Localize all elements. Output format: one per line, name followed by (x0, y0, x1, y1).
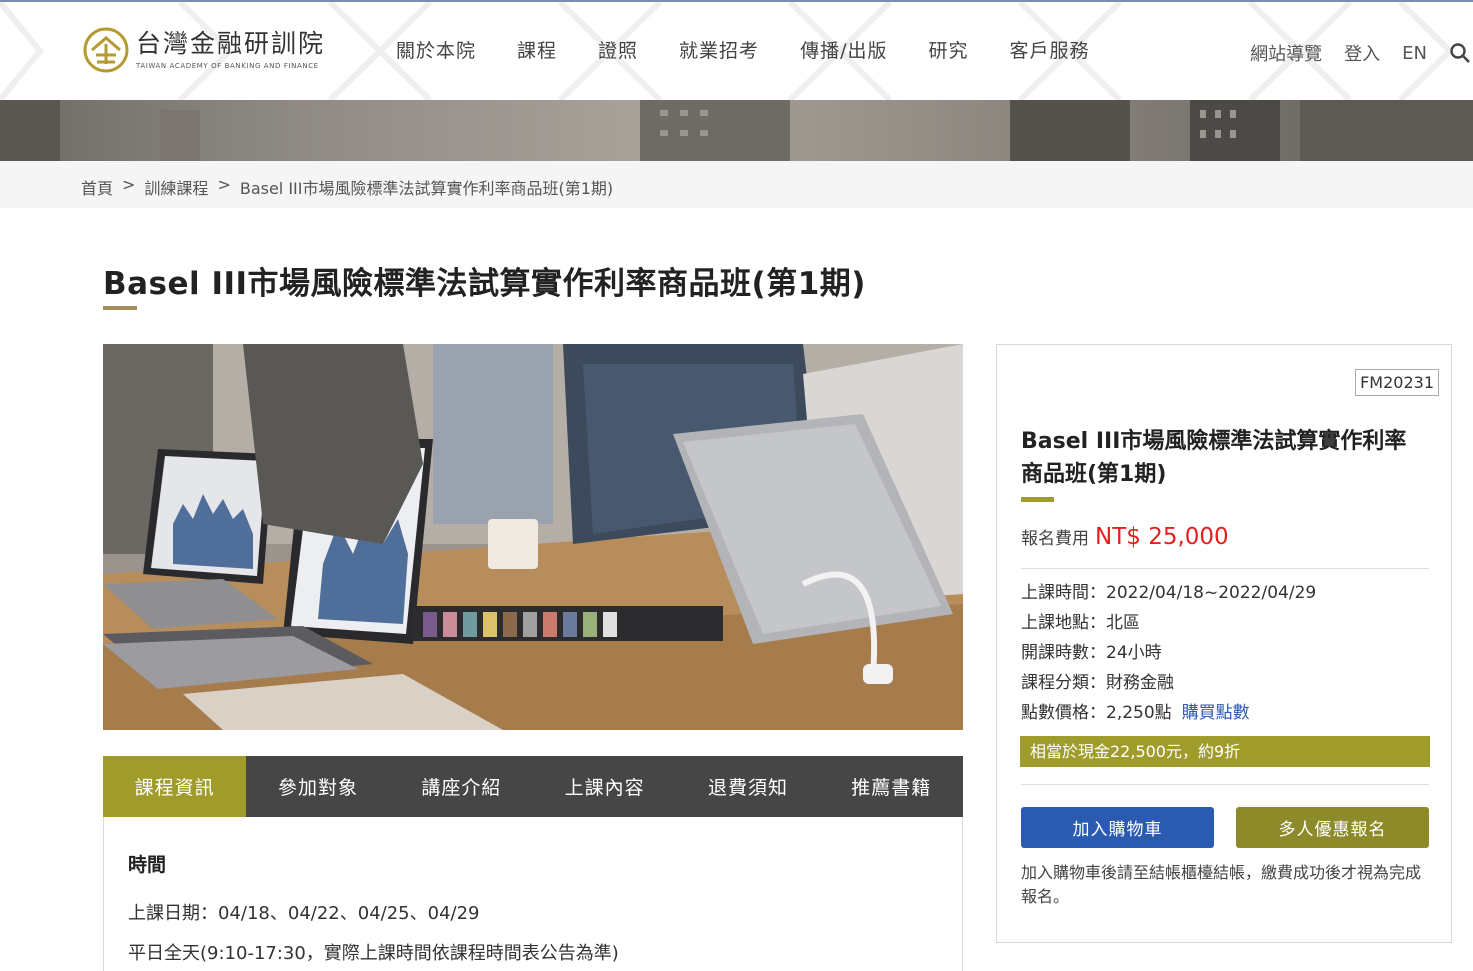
checkout-note: 加入購物車後請至結帳櫃檯結帳，繳費成功後才視為完成報名。 (1021, 863, 1422, 906)
course-hero-image (103, 344, 963, 730)
tab-refund-policy[interactable]: 退費須知 (676, 756, 819, 817)
add-to-cart-button[interactable]: 加入購物車 (1021, 807, 1214, 848)
nav-item-research[interactable]: 研究 (928, 36, 968, 63)
breadcrumb-current: Basel III市場風險標準法試算實作利率商品班(第1期) (239, 179, 614, 198)
tab-recommended-books[interactable]: 推薦書籍 (820, 756, 963, 817)
banner-cityscape-image (0, 100, 1473, 161)
sitemap-link[interactable]: 網站導覽 (1250, 40, 1322, 66)
buy-points-link[interactable]: 購買點數 (1182, 701, 1250, 731)
main-nav: 關於本院 課程 證照 就業招考 傳播/出版 研究 客戶服務 (396, 36, 1131, 63)
page-title: Basel III市場風險標準法試算實作利率商品班(第1期) (103, 266, 866, 302)
card-title-underline (1021, 497, 1054, 502)
site-header: 台灣金融研訓院 TAIWAN ACADEMY OF BANKING AND FI… (0, 0, 1473, 100)
card-divider (1021, 784, 1429, 785)
breadcrumb-separator: > (217, 175, 231, 194)
title-underline (103, 306, 137, 310)
nav-item-about[interactable]: 關於本院 (396, 36, 476, 63)
logo-name-zh: 台灣金融研訓院 (136, 29, 326, 58)
search-icon[interactable] (1449, 42, 1471, 64)
tab-lecturers[interactable]: 講座介紹 (390, 756, 533, 817)
nav-item-certification[interactable]: 證照 (598, 36, 638, 63)
course-tabs: 課程資訊 參加對象 講座介紹 上課內容 退費須知 推薦書籍 (103, 756, 963, 817)
breadcrumb: 首頁 > 訓練課程 > Basel III市場風險標準法試算實作利率商品班(第1… (81, 175, 613, 199)
logo-emblem-icon (83, 27, 129, 73)
nav-item-recruitment[interactable]: 就業招考 (679, 36, 759, 63)
info-class-period: 上課時間：2022/04/18~2022/04/29 (1021, 583, 1317, 603)
info-category: 課程分類：財務金融 (1021, 673, 1174, 693)
course-info-list: 上課時間：2022/04/18~2022/04/29 上課地點：北區 開課時數：… (1021, 581, 1316, 731)
nav-item-courses[interactable]: 課程 (517, 36, 557, 63)
logo-name-en: TAIWAN ACADEMY OF BANKING AND FINANCE (136, 62, 319, 70)
fee-value: NT$ 25,000 (1095, 524, 1229, 550)
info-location: 上課地點：北區 (1021, 613, 1140, 633)
fee-label: 報名費用 (1021, 529, 1089, 549)
tab-audience[interactable]: 參加對象 (246, 756, 389, 817)
class-time: 平日全天(9:10-17:30，實際上課時間依課程時間表公告為準) (128, 943, 619, 964)
tab-course-content[interactable]: 上課內容 (533, 756, 676, 817)
utility-links: 網站導覽 登入 EN (1250, 40, 1473, 66)
site-logo[interactable]: 台灣金融研訓院 TAIWAN ACADEMY OF BANKING AND FI… (82, 26, 325, 74)
breadcrumb-bar: 首頁 > 訓練課程 > Basel III市場風險標準法試算實作利率商品班(第1… (0, 161, 1473, 208)
language-link[interactable]: EN (1402, 43, 1427, 64)
info-hours: 開課時數：24小時 (1021, 643, 1162, 663)
section-heading-time: 時間 (128, 854, 167, 876)
group-signup-button[interactable]: 多人優惠報名 (1236, 807, 1429, 848)
breadcrumb-home[interactable]: 首頁 (81, 175, 113, 199)
login-link[interactable]: 登入 (1344, 40, 1380, 66)
tab-content-panel: 時間 上課日期：04/18、04/22、04/25、04/29 平日全天(9:1… (103, 817, 963, 971)
course-summary-card: FM20231 Basel III市場風險標準法試算實作利率商品班(第1期) 報… (996, 344, 1452, 943)
breadcrumb-separator: > (122, 175, 136, 194)
registration-fee: 報名費用 NT$ 25,000 (1021, 524, 1229, 550)
nav-item-publishing[interactable]: 傳播/出版 (800, 36, 887, 63)
tab-course-info[interactable]: 課程資訊 (103, 756, 247, 817)
course-code-badge: FM20231 (1355, 369, 1439, 396)
info-points-price: 點數價格：2,250點 (1021, 703, 1172, 723)
page-banner (0, 100, 1473, 161)
nav-item-customer-service[interactable]: 客戶服務 (1009, 36, 1089, 63)
cash-equivalent-banner: 相當於現金22,500元，約9折 (1020, 736, 1430, 767)
class-dates: 上課日期：04/18、04/22、04/25、04/29 (128, 903, 480, 924)
card-divider (1021, 568, 1429, 569)
breadcrumb-training[interactable]: 訓練課程 (144, 175, 208, 199)
card-course-title: Basel III市場風險標準法試算實作利率商品班(第1期) (1021, 429, 1407, 487)
